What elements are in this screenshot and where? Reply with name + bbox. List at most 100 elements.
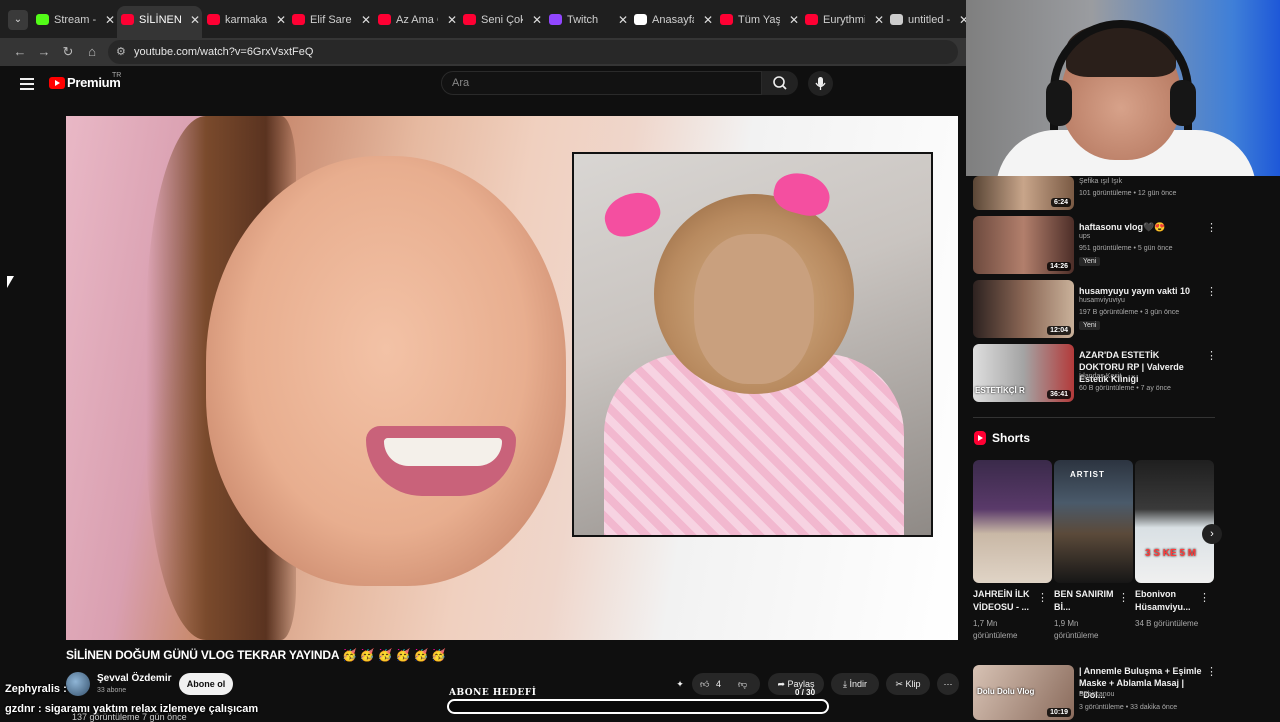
like-count: 4 <box>716 679 722 689</box>
short-thumbnail[interactable]: 3 S KE 5 M <box>1135 460 1214 583</box>
close-tab-icon[interactable]: ✕ <box>618 6 628 34</box>
back-icon[interactable]: ← <box>10 42 30 62</box>
dislike-icon[interactable]: 👎︎ <box>738 673 747 695</box>
clip-label: Klip <box>905 679 921 689</box>
close-tab-icon[interactable]: ✕ <box>874 6 884 34</box>
close-tab-icon[interactable]: ✕ <box>276 6 286 34</box>
search-button[interactable] <box>762 71 798 95</box>
menu-icon[interactable] <box>20 78 34 90</box>
more-options-icon[interactable]: ⋮ <box>1199 591 1210 604</box>
recommendation-channel[interactable]: ups <box>1079 233 1090 240</box>
recommendation-meta: 3 görüntüleme • 33 dakika önce <box>1079 704 1178 711</box>
browser-tab-strip: ⌄ Stream - K✕SİLİNEN D✕karmakarış✕Elif S… <box>0 0 969 38</box>
short-title[interactable]: Ebonivon Hüsamviyu... <box>1135 588 1197 614</box>
address-bar[interactable]: ⚙ youtube.com/watch?v=6GrxVsxtFeQ <box>108 40 958 64</box>
tab-label: untitled - <box>908 14 950 26</box>
voice-search-button[interactable] <box>808 71 833 96</box>
chat-username: gzdnr <box>5 703 35 715</box>
like-icon[interactable]: 👍︎ <box>700 673 709 695</box>
home-icon[interactable]: ⌂ <box>82 42 102 62</box>
short-thumbnail[interactable] <box>973 460 1052 583</box>
recommendation-thumbnail[interactable]: 6:24 <box>973 176 1074 210</box>
channel-name[interactable]: Şevval Özdemir <box>97 673 171 684</box>
recommendation-title[interactable]: husamyuyu yayın vakti 10 <box>1079 285 1203 297</box>
video-player[interactable] <box>66 116 958 640</box>
recommendation-thumbnail[interactable]: ESTETİKÇİ R 36:41 <box>973 344 1074 402</box>
short-title[interactable]: JAHREİN İLK VİDEOSU - ... <box>973 588 1035 614</box>
browser-tab[interactable]: untitled - ✕ <box>886 6 971 34</box>
browser-tab[interactable]: Anasayfa / ✕ <box>630 6 715 34</box>
more-options-icon[interactable]: ⋮ <box>1037 591 1048 604</box>
more-options-icon[interactable]: ⋮ <box>1206 285 1217 298</box>
browser-tab[interactable]: Elif Sare Al ✕ <box>288 6 373 34</box>
short-overlay-text: ARTIST <box>1070 470 1105 479</box>
recommendation-title[interactable]: haftasonu vlog🖤😍 <box>1079 221 1203 233</box>
headset-right-ear <box>1170 80 1196 126</box>
youtube-logo-icon[interactable] <box>49 77 65 89</box>
close-tab-icon[interactable]: ✕ <box>190 6 200 34</box>
close-tab-icon[interactable]: ✕ <box>789 6 799 34</box>
tab-favicon-icon <box>292 14 305 25</box>
short-views: 1,7 Mn görüntüleme <box>973 619 1018 640</box>
party-face-icons: 🥳 🥳 🥳 🥳 🥳 🥳 <box>342 648 447 662</box>
tab-label: Eurythmics <box>823 14 865 26</box>
streamer-webcam <box>966 0 1280 176</box>
tab-search-button[interactable]: ⌄ <box>8 10 28 30</box>
new-badge: Yeni <box>1079 321 1101 330</box>
download-label: İndir <box>849 679 867 689</box>
search-input[interactable]: Ara <box>441 71 762 95</box>
browser-tab[interactable]: Twitch ✕ <box>545 6 630 34</box>
recommendation-thumbnail[interactable]: 12:04 <box>973 280 1074 338</box>
tab-favicon-icon <box>36 14 49 25</box>
close-tab-icon[interactable]: ✕ <box>105 6 115 34</box>
recommendation-channel[interactable]: Şefika ışıl Işık <box>1079 178 1122 185</box>
browser-tab[interactable]: Stream - K ✕ <box>32 6 117 34</box>
shorts-icon <box>974 431 986 445</box>
tab-favicon-icon <box>634 14 647 25</box>
video-inset-monkey <box>572 152 933 537</box>
recommendation-meta: 951 görüntüleme • 5 gün önce <box>1079 245 1173 252</box>
more-actions-button[interactable]: ⋯ <box>937 673 959 695</box>
recommendation-channel[interactable]: husamviyuviyu <box>1079 297 1125 304</box>
browser-tab[interactable]: Az Ama Öz ✕ <box>374 6 459 34</box>
like-dislike-group: 👍︎ 4 👎︎ <box>692 673 760 695</box>
browser-tab[interactable]: SİLİNEN D ✕ <box>117 6 202 38</box>
thumb-text: Dolu Dolu Vlog <box>977 687 1035 696</box>
mouse-cursor-icon <box>7 276 14 288</box>
recommendation-channel[interactable]: İrlandas Kesit <box>1079 373 1121 380</box>
browser-tab[interactable]: karmakarış ✕ <box>203 6 288 34</box>
site-info-icon[interactable]: ⚙ <box>116 40 126 64</box>
browser-toolbar: ← → ↻ ⌂ ⚙ youtube.com/watch?v=6GrxVsxtFe… <box>0 38 966 66</box>
recommendation-thumbnail[interactable]: 14:26 <box>973 216 1074 274</box>
browser-tab[interactable]: Eurythmics ✕ <box>801 6 886 34</box>
shorts-next-button[interactable]: › <box>1202 524 1222 544</box>
recommendation-meta: 101 görüntüleme • 12 gün önce <box>1079 190 1177 197</box>
close-tab-icon[interactable]: ✕ <box>703 6 713 34</box>
tab-label: Seni Çok S <box>481 14 523 26</box>
more-options-icon[interactable]: ⋮ <box>1118 591 1129 604</box>
reload-icon[interactable]: ↻ <box>58 42 78 62</box>
channel-avatar[interactable] <box>66 672 90 696</box>
close-tab-icon[interactable]: ✕ <box>532 6 542 34</box>
pink-bow-left <box>598 185 666 243</box>
download-button[interactable]: ⤓ İndir <box>831 673 879 695</box>
browser-tab[interactable]: Seni Çok S ✕ <box>459 6 544 34</box>
recommendation-channel[interactable]: Bubircanou <box>1079 691 1114 698</box>
more-options-icon[interactable]: ⋮ <box>1206 349 1217 362</box>
short-thumbnail[interactable]: ARTIST <box>1054 460 1133 583</box>
close-tab-icon[interactable]: ✕ <box>447 6 457 34</box>
forward-icon[interactable]: → <box>34 42 54 62</box>
short-title[interactable]: BEN SANIRIM Bİ... <box>1054 588 1116 614</box>
video-frame-face <box>206 156 566 586</box>
chat-message: Zephyralis : <box>5 683 67 695</box>
more-options-icon[interactable]: ⋮ <box>1206 221 1217 234</box>
recommendation-thumbnail[interactable]: Dolu Dolu Vlog 10:19 <box>973 665 1074 720</box>
browser-tab[interactable]: Tüm Yaş K ✕ <box>716 6 801 34</box>
more-options-icon[interactable]: ⋮ <box>1206 665 1217 678</box>
subscribe-button[interactable]: Abone ol <box>179 673 233 695</box>
clip-button[interactable]: ✂ Klip <box>886 673 930 695</box>
download-icon: ⤓ <box>842 679 847 689</box>
close-tab-icon[interactable]: ✕ <box>361 6 371 34</box>
sparkle-icon[interactable]: ✦ <box>669 673 691 695</box>
tab-label: Twitch <box>567 14 599 26</box>
